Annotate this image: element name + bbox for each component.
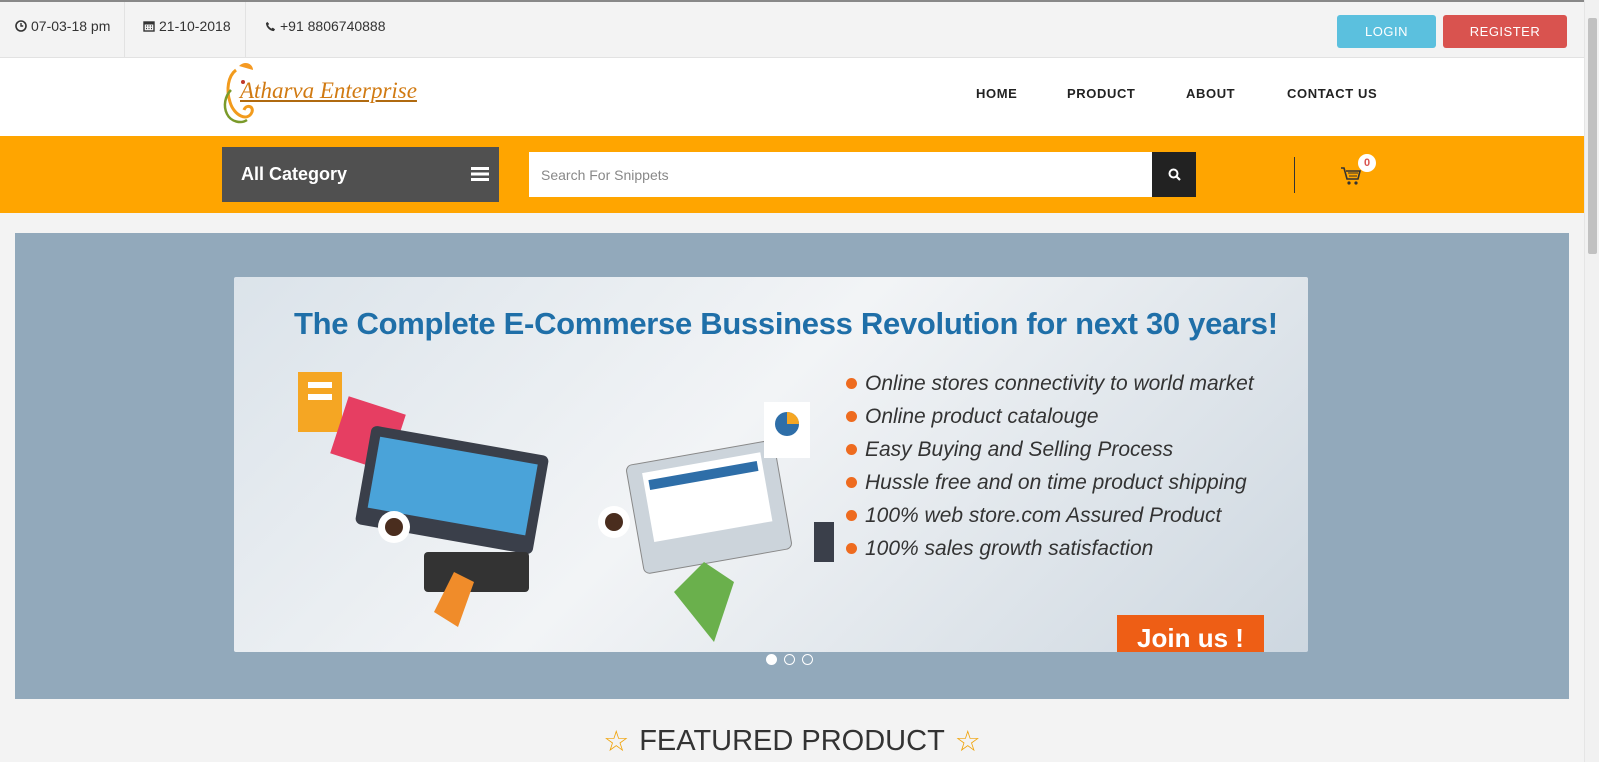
hero-carousel[interactable]: The Complete E-Commerse Bussiness Revolu… [15,233,1569,699]
bullet-icon [846,411,857,422]
featured-product-heading: ☆ FEATURED PRODUCT ☆ [0,724,1584,759]
bullet-icon [846,378,857,389]
time-text: 07-03-18 pm [31,18,111,34]
brand-logo[interactable]: Atharva Enterprise [214,60,419,134]
computers-illustration-icon [298,372,834,642]
featured-title: FEATURED PRODUCT [639,725,945,757]
page-scrollbar[interactable] [1584,0,1599,762]
time-info: 07-03-18 pm [15,18,110,34]
carousel-indicators [766,654,813,665]
feature-item: 100% web store.com Assured Product [846,499,1254,532]
phone-icon [265,21,276,31]
banner-title: The Complete E-Commerse Bussiness Revolu… [294,306,1278,341]
search-icon [1168,168,1181,181]
star-icon: ☆ [954,726,981,758]
carousel-dot-1[interactable] [766,654,777,665]
nav-contact-us[interactable]: CONTACT US [1287,86,1377,101]
site-header: Atharva Enterprise HOME PRODUCT ABOUT CO… [0,58,1584,136]
bullet-icon [846,543,857,554]
nav-home[interactable]: HOME [976,86,1017,101]
login-button[interactable]: LOGIN [1337,15,1436,48]
carousel-dot-3[interactable] [802,654,813,665]
search-button[interactable] [1152,152,1196,197]
star-icon: ☆ [603,726,630,758]
phone-text: +91 8806740888 [280,18,386,34]
cart-icon[interactable] [1340,166,1362,186]
divider [124,2,125,58]
carousel-slide: The Complete E-Commerse Bussiness Revolu… [234,277,1308,652]
all-category-dropdown[interactable]: All Category [222,147,499,202]
feature-item: 100% sales growth satisfaction [846,532,1254,565]
bullet-icon [846,444,857,455]
join-us-button[interactable]: Join us ! [1117,615,1264,652]
feature-item: Easy Buying and Selling Process [846,433,1254,466]
scrollbar-thumb[interactable] [1588,18,1597,254]
phone-info: +91 8806740888 [265,18,386,34]
feature-item: Online stores connectivity to world mark… [846,367,1254,400]
date-text: 21-10-2018 [159,18,231,34]
nav-product[interactable]: PRODUCT [1067,86,1135,101]
date-info: 21-10-2018 [143,18,231,34]
cart-count-badge: 0 [1358,154,1376,172]
hamburger-menu-icon [471,167,489,181]
bullet-icon [846,510,857,521]
search-input[interactable] [529,152,1152,197]
search-bar-section: All Category 0 [0,136,1584,213]
category-label: All Category [241,164,348,184]
carousel-dot-2[interactable] [784,654,795,665]
divider [245,2,246,58]
feature-item: Hussle free and on time product shipping [846,466,1254,499]
feature-list: Online stores connectivity to world mark… [846,367,1254,565]
register-button[interactable]: REGISTER [1443,15,1567,48]
divider [1294,157,1295,193]
top-bar: 07-03-18 pm 21-10-2018 +91 8806740888 LO… [0,0,1584,58]
nav-about[interactable]: ABOUT [1186,86,1235,101]
bullet-icon [846,477,857,488]
calendar-icon [143,21,155,32]
feature-item: Online product catalouge [846,400,1254,433]
clock-icon [15,20,27,32]
brand-name: Atharva Enterprise [240,78,417,103]
